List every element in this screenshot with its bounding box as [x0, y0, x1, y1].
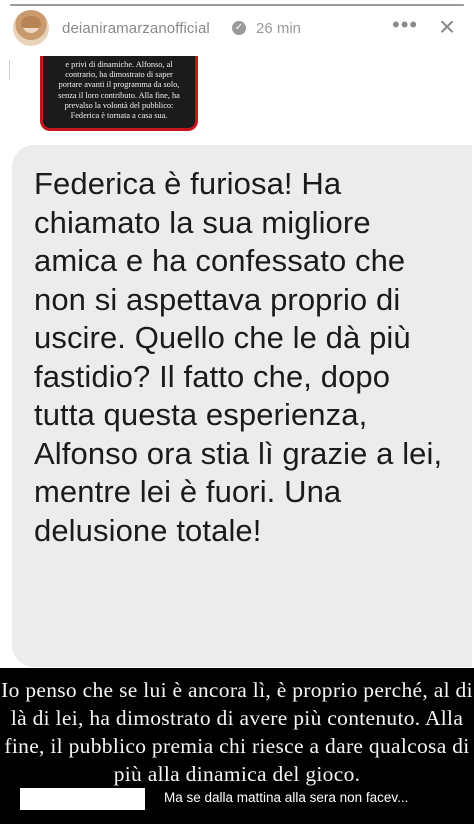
story-progress-fill [10, 4, 464, 6]
avatar[interactable] [13, 10, 49, 46]
embedded-post-text: e privi di dinamiche. Alfonso, al contra… [58, 60, 180, 121]
close-icon[interactable]: × [434, 13, 460, 41]
reply-preview-text[interactable]: Ma se dalla mattina alla sera non facev.… [160, 788, 413, 807]
story-view[interactable]: deianiramarzanofficial ✓ 26 min ••• × e … [0, 0, 474, 824]
embedded-post-card: e privi di dinamiche. Alfonso, al contra… [40, 56, 198, 131]
story-header: deianiramarzanofficial ✓ 26 min ••• × [0, 8, 474, 50]
username[interactable]: deianiramarzanofficial [62, 20, 210, 37]
divider [9, 60, 20, 80]
redacted-username [20, 788, 145, 810]
message-text: Federica è furiosa! Ha chiamato la sua m… [34, 166, 443, 548]
caption-text: Io penso che se lui è ancora lì, è propr… [1, 678, 473, 786]
more-options-icon[interactable]: ••• [392, 14, 418, 40]
post-time: 26 min [256, 20, 302, 37]
story-progress-bar [10, 4, 464, 6]
verified-badge-icon: ✓ [232, 21, 246, 35]
